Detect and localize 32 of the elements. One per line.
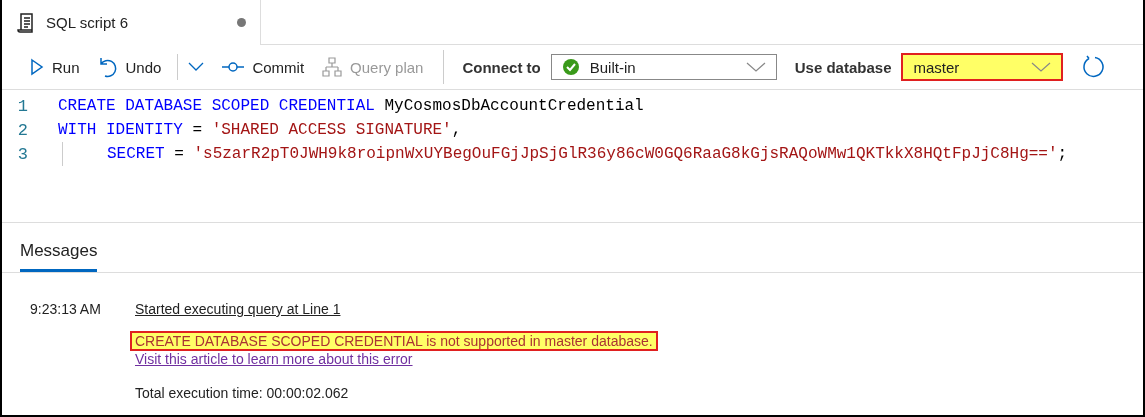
connection-select[interactable]: Built-in bbox=[550, 54, 777, 80]
line-number: 3 bbox=[16, 144, 29, 164]
chevron-down-icon bbox=[745, 62, 766, 72]
undo-button[interactable]: Undo bbox=[91, 56, 168, 78]
hierarchy-icon bbox=[322, 57, 343, 77]
script-icon bbox=[16, 11, 36, 34]
started-query-link[interactable]: Started executing query at Line 1 bbox=[135, 301, 341, 317]
message-time: 9:23:13 AM bbox=[30, 301, 102, 319]
undo-icon bbox=[97, 56, 118, 78]
chevron-down-icon bbox=[1031, 62, 1052, 72]
connect-label: Connect to bbox=[462, 58, 541, 76]
refresh-icon[interactable] bbox=[1081, 55, 1106, 79]
play-icon bbox=[30, 58, 44, 76]
script-tab[interactable]: SQL script 6 bbox=[2, 0, 261, 45]
commit-button[interactable]: Commit bbox=[216, 58, 311, 76]
line-number: 2 bbox=[16, 120, 29, 140]
database-label: Use database bbox=[794, 58, 892, 76]
code-line: CREATE DATABASE SCOPED CREDENTIAL MyCosmosDbAccountCredential bbox=[58, 97, 644, 115]
line-number: 1 bbox=[16, 96, 29, 116]
execution-time: Total execution time: 00:00:02.062 bbox=[135, 385, 349, 401]
error-message: CREATE DATABASE SCOPED CREDENTIAL is not supported in master database. bbox=[130, 331, 658, 351]
chevron-down-icon bbox=[188, 62, 205, 72]
tab-title: SQL script 6 bbox=[46, 14, 129, 31]
check-circle-icon bbox=[561, 58, 580, 76]
commit-icon bbox=[222, 61, 245, 73]
run-button[interactable]: Run bbox=[24, 58, 86, 76]
code-line: WITH IDENTITY = 'SHARED ACCESS SIGNATURE', bbox=[58, 121, 462, 139]
help-link[interactable]: Visit this article to learn more about this error bbox=[135, 351, 413, 367]
indent-guide bbox=[62, 142, 63, 166]
database-select[interactable]: master bbox=[901, 53, 1064, 81]
messages-tab[interactable]: Messages bbox=[20, 233, 98, 272]
code-line: SECRET = 's5zarR2pT0JWH9k8roipnWxUYBegOuFGjJpSjGlR36y86cW0GQ6RaaG8kGjsRAQoWMw1QKTkkX8HQtFpJjC8Hg=='; bbox=[107, 145, 1068, 163]
